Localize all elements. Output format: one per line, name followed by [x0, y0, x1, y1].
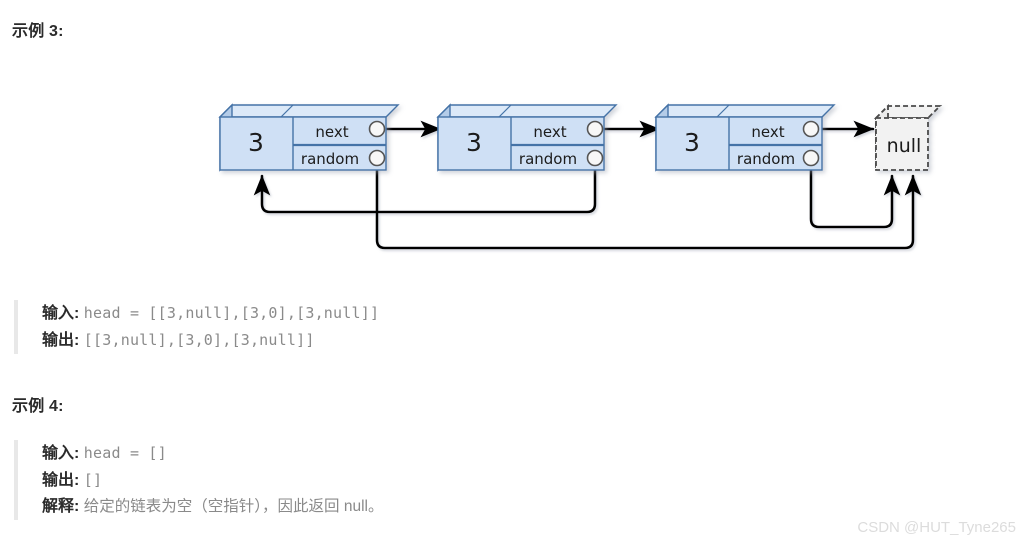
node-2-next-port[interactable]: [586, 120, 604, 138]
example-4-quote-block: 输入: head = [] 输出: [] 解释: 给定的链表为空（空指针），因此…: [14, 440, 383, 520]
null-node-label: null: [887, 135, 922, 157]
example-4-output-label: 输出:: [42, 472, 80, 489]
example-4-heading: 示例 4:: [12, 398, 64, 415]
null-node[interactable]: null: [873, 103, 943, 173]
node-1-value: 3: [248, 128, 264, 157]
arrow-node3-random-to-null: [809, 163, 901, 229]
list-node-2[interactable]: 3 next random: [436, 103, 618, 172]
example-3-output-label: 输出:: [42, 332, 80, 349]
example-3-quote-block: 输入: head = [[3,null],[3,0],[3,null]] 输出:…: [14, 300, 379, 354]
node-3-next-label: next: [751, 123, 784, 141]
arrow-node2-random-to-node1: [253, 163, 597, 214]
node-1-next-port[interactable]: [368, 120, 386, 138]
node-1-random-port[interactable]: [368, 149, 386, 167]
list-node-1[interactable]: 3 next random: [218, 103, 400, 172]
node-3-next-port[interactable]: [802, 120, 820, 138]
node-3-random-port[interactable]: [802, 149, 820, 167]
example-4-output-line: 输出: []: [42, 467, 383, 494]
example-3-output-line: 输出: [[3,null],[3,0],[3,null]]: [42, 327, 379, 354]
example-4-explanation-line: 解释: 给定的链表为空（空指针），因此返回 null。: [42, 494, 383, 520]
example-4-input-label: 输入:: [42, 445, 80, 462]
example-3-input-value: head = [[3,null],[3,0],[3,null]]: [83, 304, 380, 322]
node-2-value: 3: [466, 128, 482, 157]
example-3-input-line: 输入: head = [[3,null],[3,0],[3,null]]: [42, 300, 379, 327]
example-4-explanation-value: 给定的链表为空（空指针），因此返回 null。: [83, 498, 384, 515]
node-1-next-label: next: [315, 123, 348, 141]
example-3-input-label: 输入:: [42, 305, 80, 322]
csdn-watermark: CSDN @HUT_Tyne265: [857, 519, 1016, 536]
example-4-input-line: 输入: head = []: [42, 440, 383, 467]
arrow-node1-random-to-null: [375, 163, 922, 250]
example-4-input-value: head = []: [83, 444, 167, 462]
example-4-explanation-label: 解释:: [42, 498, 80, 515]
node-2-top-face: [436, 104, 618, 118]
node-1-top-face: [218, 104, 400, 118]
node-1-random-label: random: [301, 150, 359, 168]
node-3-random-label: random: [737, 150, 795, 168]
node-2-next-label: next: [533, 123, 566, 141]
list-node-3[interactable]: 3 next random: [654, 103, 836, 172]
node-3-value: 3: [684, 128, 700, 157]
example-4-output-value: []: [83, 471, 103, 489]
node-2-random-port[interactable]: [586, 149, 604, 167]
example-3-output-value: [[3,null],[3,0],[3,null]]: [83, 331, 315, 349]
linked-list-diagram: 3 next random 3 next random 3 next rando…: [218, 103, 943, 250]
node-3-top-face: [654, 104, 836, 118]
node-2-random-label: random: [519, 150, 577, 168]
